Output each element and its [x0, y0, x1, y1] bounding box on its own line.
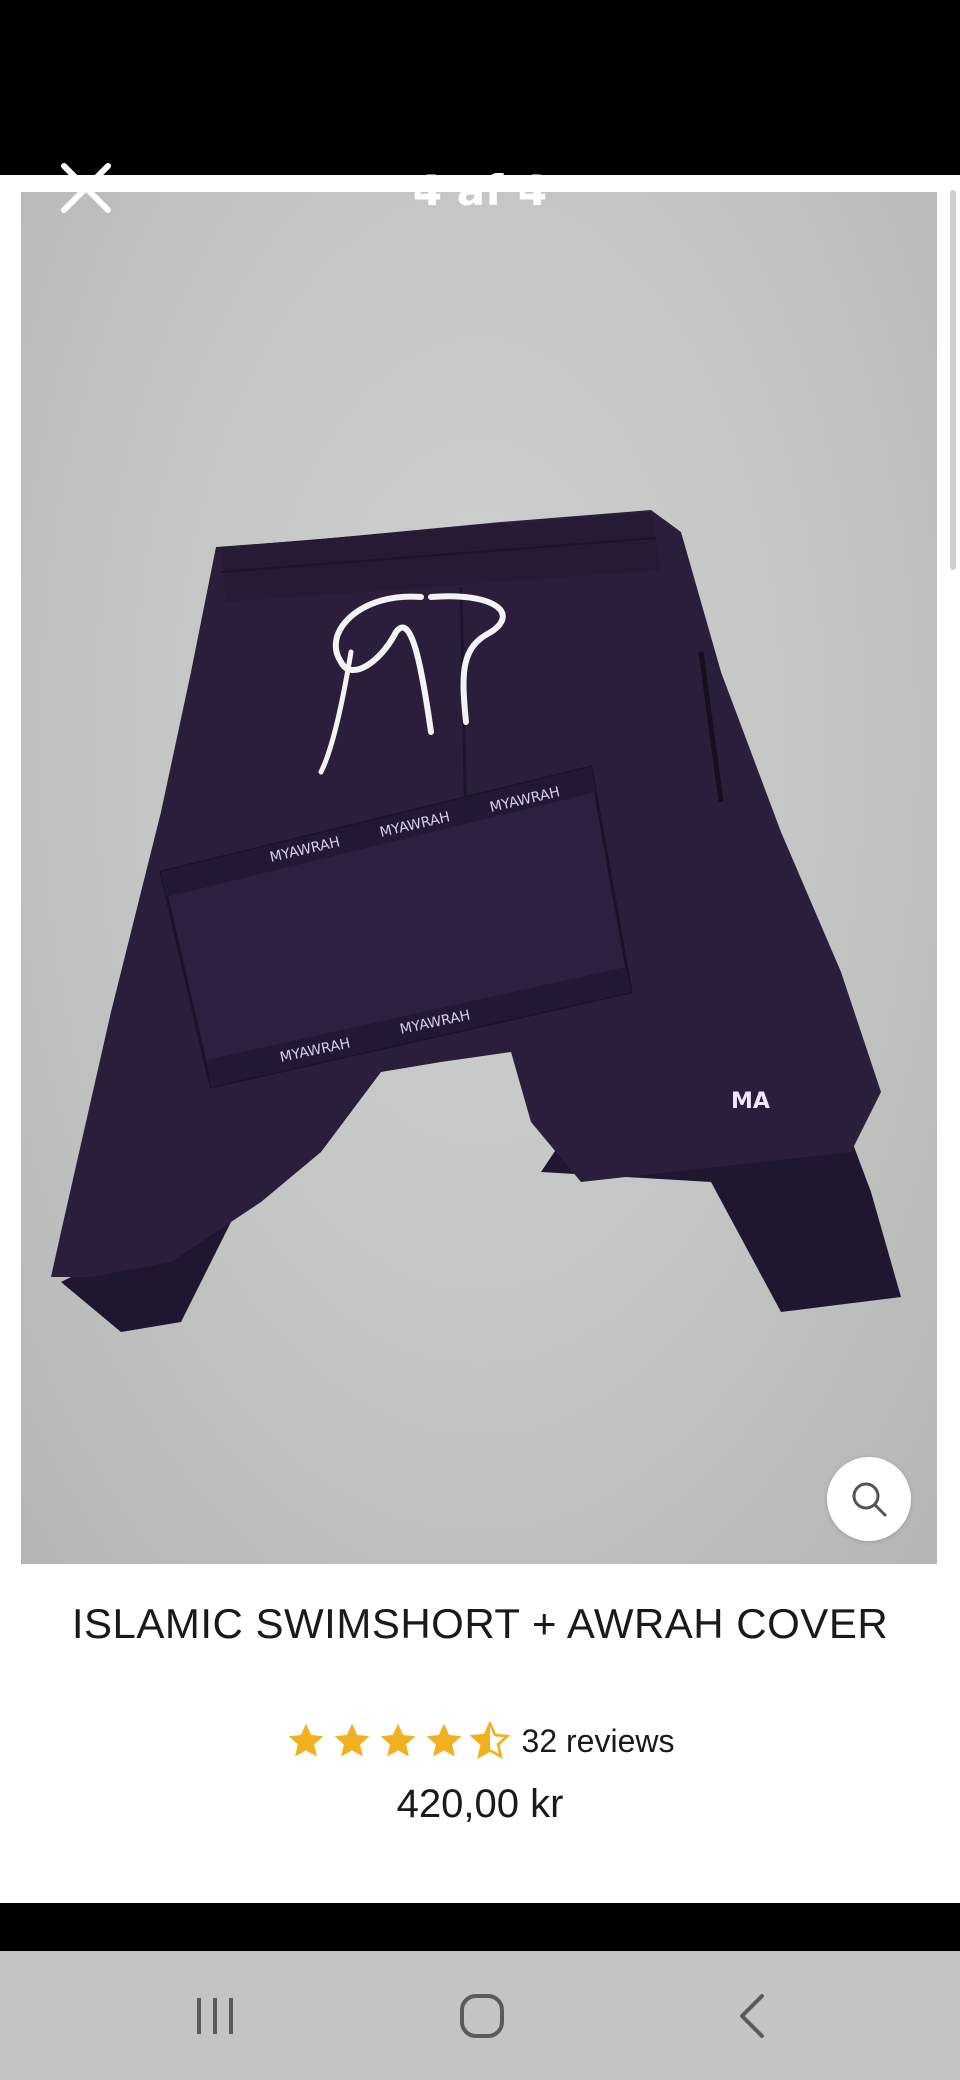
system-navbar [0, 1951, 960, 2080]
product-price: 420,00 kr [396, 1782, 564, 1826]
product-rating[interactable]: 32 reviews [0, 1722, 960, 1760]
screen: 4 af 4 MYAWRAH MYAWRAH MYAWRAH MYAWRAH M… [0, 0, 960, 2080]
bottom-bar [0, 1903, 960, 1951]
recents-button[interactable] [145, 1951, 285, 2080]
star-rating [286, 1722, 510, 1760]
back-icon [740, 1993, 764, 2038]
review-count[interactable]: 32 reviews [522, 1723, 675, 1760]
close-button[interactable] [56, 160, 116, 216]
home-icon [460, 1993, 504, 2038]
star-icon [380, 1723, 415, 1757]
svg-text:MA: MA [731, 1089, 770, 1114]
recents-icon [197, 1997, 233, 2034]
close-icon [61, 163, 111, 213]
star-icon [334, 1723, 369, 1757]
home-button[interactable] [412, 1951, 552, 2080]
search-icon [852, 1482, 887, 1517]
status-area [0, 0, 960, 175]
image-counter: 4 af 4 [412, 166, 548, 215]
star-icon [288, 1723, 323, 1757]
zoom-button[interactable] [827, 1457, 911, 1541]
star-icon [426, 1723, 461, 1757]
back-button[interactable] [682, 1951, 822, 2080]
swimshort-image: MYAWRAH MYAWRAH MYAWRAH MYAWRAH MYAWRAH … [51, 510, 901, 1332]
scrollbar[interactable] [950, 190, 956, 570]
star-half-icon [469, 1722, 510, 1760]
product-photo: MYAWRAH MYAWRAH MYAWRAH MYAWRAH MYAWRAH … [21, 192, 937, 1564]
product-title: ISLAMIC SWIMSHORT + AWRAH COVER [71, 1600, 889, 1647]
